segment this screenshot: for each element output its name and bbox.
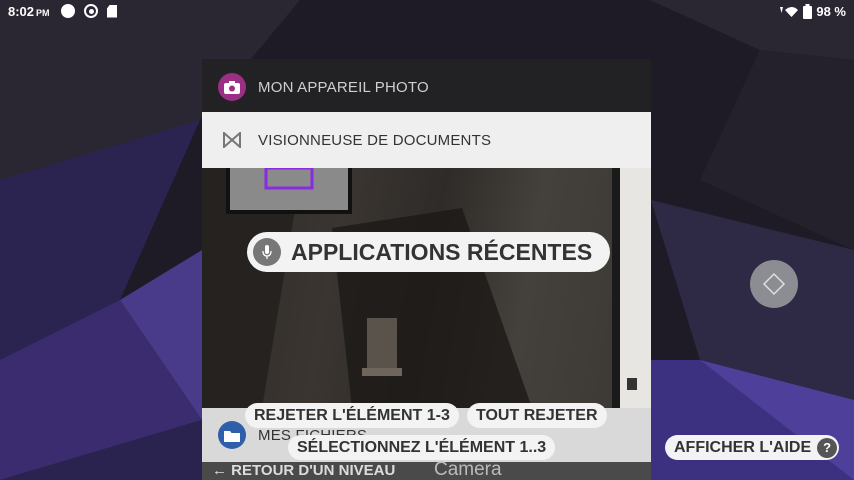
recent-apps-heading: APPLICATIONS RÉCENTES	[247, 232, 611, 272]
microphone-icon	[253, 238, 281, 266]
dpad-icon[interactable]	[750, 260, 798, 308]
document-viewer-icon	[218, 126, 246, 154]
app-preview-thumbnail[interactable]	[202, 168, 651, 408]
camera-folder-label: Camera	[434, 459, 502, 480]
system-icons: 98 %	[777, 4, 846, 19]
status-bar: 8:02 PM 98 %	[0, 0, 854, 24]
camera-card-title: MON APPAREIL PHOTO	[258, 78, 429, 96]
show-help-text: AFFICHER L'AIDE	[674, 439, 812, 456]
recent-card-camera[interactable]: MON APPAREIL PHOTO	[202, 59, 651, 115]
camera-icon	[218, 73, 246, 101]
circle-notification-icon	[61, 4, 75, 18]
dismiss-all-command[interactable]: TOUT REJETER	[467, 403, 607, 428]
back-one-level-label[interactable]: ← RETOUR D'UN NIVEAU	[212, 462, 395, 480]
folder-icon	[218, 421, 246, 449]
help-icon: ?	[817, 437, 838, 458]
wifi-icon	[780, 6, 799, 17]
select-item-command[interactable]: SÉLECTIONNEZ L'ÉLÉMENT 1..3	[288, 435, 556, 460]
clock: 8:02	[8, 4, 35, 19]
recent-card-document-viewer[interactable]: VISIONNEUSE DE DOCUMENTS	[202, 112, 651, 168]
recent-apps-text: APPLICATIONS RÉCENTES	[291, 238, 593, 265]
status-time: 8:02 PM	[8, 4, 50, 19]
location-notification-icon	[84, 4, 98, 18]
show-help-button[interactable]: AFFICHER L'AIDE ?	[665, 435, 840, 460]
notification-icons	[61, 4, 117, 18]
sd-card-icon	[107, 4, 117, 18]
files-toolbar: ← RETOUR D'UN NIVEAU Camera	[202, 459, 651, 480]
clock-ampm: PM	[36, 8, 50, 18]
battery-level: 98 %	[816, 4, 846, 19]
battery-icon	[803, 4, 813, 19]
card-header: MON APPAREIL PHOTO	[202, 59, 651, 115]
dismiss-item-command[interactable]: REJETER L'ÉLÉMENT 1-3	[245, 403, 459, 428]
back-one-level-text: RETOUR D'UN NIVEAU	[231, 462, 396, 479]
card-header: VISIONNEUSE DE DOCUMENTS	[202, 112, 651, 168]
preview-image	[202, 168, 651, 408]
docs-card-title: VISIONNEUSE DE DOCUMENTS	[258, 131, 492, 149]
